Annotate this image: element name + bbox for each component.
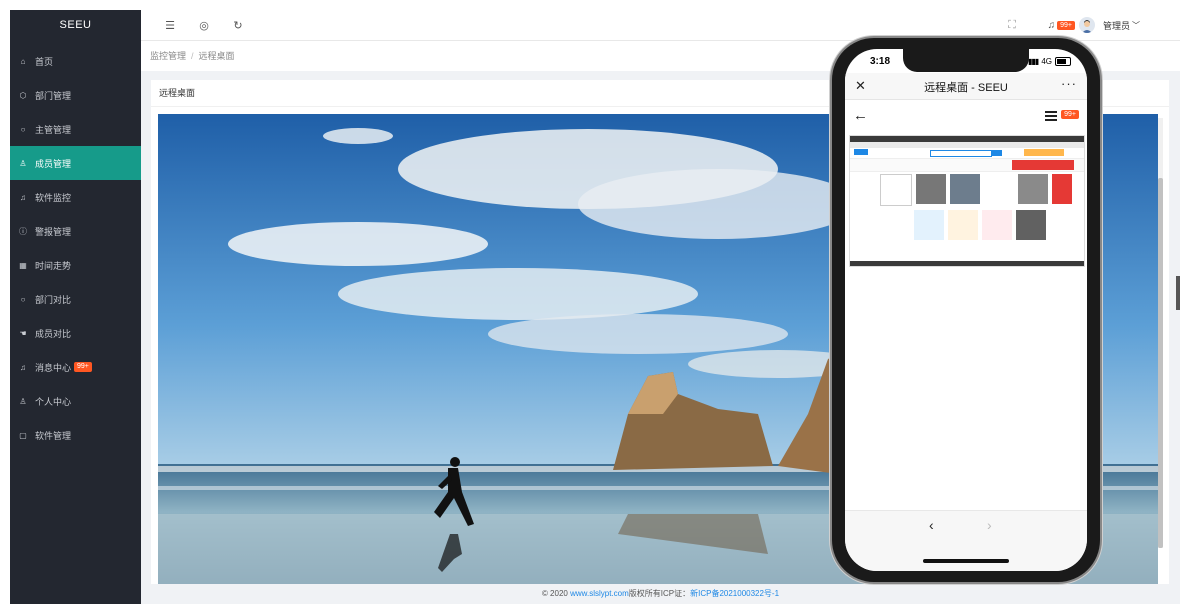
remote-screen-thumbnail[interactable]	[849, 135, 1085, 267]
chevron-down-icon[interactable]: ﹀	[1132, 20, 1140, 31]
sidebar-item[interactable]: ♫ 软件监控	[10, 180, 141, 214]
person-icon: ♙	[19, 396, 27, 406]
home-indicator	[923, 559, 1009, 563]
refresh-icon[interactable]: ↻	[231, 18, 245, 32]
sidebar-item[interactable]: ▦ 时间走势	[10, 248, 141, 282]
phone-badge: 99+	[1061, 110, 1079, 119]
sidebar-badge: 99+	[74, 362, 92, 372]
sidebar-item-label: 软件监控	[35, 192, 72, 203]
phone-page-title: 远程桌面 - SEEU	[924, 82, 1008, 94]
sidebar-item-label: 部门对比	[35, 294, 72, 305]
network-label: 4G	[1041, 57, 1052, 66]
sidebar-item[interactable]: ♫ 消息中心 99+	[10, 350, 141, 384]
sidebar-menu: ⌂ 首页 ⬡ 部门管理 ○ 主管管理 ♙ 成员管理 ♫ 软件监控 ⓘ 警报管理 ▦ 时间走势 ○ 部门对比 ☚ 成…	[10, 44, 141, 452]
sidebar-item[interactable]: ○ 部门对比	[10, 282, 141, 316]
top-header: ☰ ◎ ↻ ⛶ ♫ 99+ 管理员 ﹀	[141, 10, 1180, 41]
phone-time: 3:18	[870, 56, 891, 67]
sidebar: SEEU ⌂ 首页 ⬡ 部门管理 ○ 主管管理 ♙ 成员管理 ♫ 软件监控 ⓘ 警报管理 ▦ 时间走势 ○ 部…	[10, 10, 141, 604]
sidebar-item-label: 成员管理	[35, 158, 72, 169]
sidebar-item-label: 成员对比	[35, 328, 72, 339]
battery-icon	[1055, 57, 1071, 66]
sidebar-item-label: 个人中心	[35, 396, 72, 407]
grid-icon: ▦	[19, 260, 27, 270]
breadcrumb-separator: /	[191, 51, 194, 61]
phone-status: ▮▮▮ 4G	[1028, 57, 1071, 66]
header-user-area: ♫ 99+ 管理员 ﹀	[1048, 16, 1140, 34]
bell-icon: ♫	[20, 192, 26, 202]
sidebar-item-label: 主管管理	[35, 124, 72, 135]
fullscreen-icon[interactable]: ⛶	[1005, 18, 1019, 32]
sidebar-item[interactable]: ⬡ 部门管理	[10, 78, 141, 112]
vertical-scrollbar[interactable]	[1158, 118, 1163, 548]
more-icon[interactable]: ···	[1061, 76, 1077, 91]
sidebar-item-label: 警报管理	[35, 226, 72, 237]
sidebar-item[interactable]: ♙ 个人中心	[10, 384, 141, 418]
footer-text: 版权所有ICP证：	[628, 589, 691, 598]
globe-icon[interactable]: ◎	[197, 18, 211, 32]
cube-icon: ⬡	[19, 90, 27, 100]
home-icon: ⌂	[20, 56, 26, 66]
hand-icon: ☚	[19, 328, 27, 338]
signal-icon: ▮▮▮	[1028, 57, 1039, 66]
breadcrumb-parent[interactable]: 监控管理	[150, 51, 186, 61]
collapse-menu-icon[interactable]: ☰	[163, 18, 177, 32]
sidebar-item-label: 首页	[35, 56, 54, 67]
sidebar-item-label: 时间走势	[35, 260, 72, 271]
info-icon: ⓘ	[19, 226, 27, 236]
phone-title-bar: ✕ 远程桌面 - SEEU ···	[845, 73, 1087, 100]
footer: © 2020 www.slslypt.com版权所有ICP证：新ICP备2021…	[141, 584, 1180, 604]
page-scroll-handle[interactable]	[1176, 276, 1180, 310]
circle-icon: ○	[20, 124, 26, 134]
back-arrow-icon[interactable]: ←	[853, 107, 868, 124]
nav-back-icon[interactable]: ‹	[929, 517, 934, 533]
circle-icon: ○	[20, 294, 26, 304]
footer-copyright: © 2020	[541, 589, 571, 598]
breadcrumb-current: 远程桌面	[198, 51, 235, 61]
sidebar-item[interactable]: ♙ 成员管理	[10, 146, 141, 180]
phone-mockup: 3:18 ▮▮▮ 4G ✕ 远程桌面 - SEEU ··· ← 99+ ‹ ›	[832, 38, 1100, 582]
file-icon: ▢	[19, 430, 27, 440]
footer-icp-link[interactable]: 新ICP备2021000322号-1	[690, 589, 779, 598]
sidebar-item-label: 消息中心	[35, 362, 72, 373]
phone-screen: 3:18 ▮▮▮ 4G ✕ 远程桌面 - SEEU ··· ← 99+ ‹ ›	[845, 49, 1087, 571]
notification-badge: 99+	[1057, 20, 1075, 30]
sidebar-item[interactable]: ⌂ 首页	[10, 44, 141, 78]
phone-notch	[903, 49, 1029, 72]
footer-site-link[interactable]: www.slslypt.com	[570, 589, 629, 598]
avatar[interactable]	[1078, 17, 1095, 33]
bell-icon: ♫	[20, 362, 26, 372]
username[interactable]: 管理员	[1103, 19, 1130, 32]
sidebar-item-label: 软件管理	[35, 430, 72, 441]
sidebar-item-label: 部门管理	[35, 90, 72, 101]
scrollbar-thumb[interactable]	[1158, 178, 1163, 548]
sidebar-item[interactable]: ☚ 成员对比	[10, 316, 141, 350]
hamburger-menu-icon[interactable]	[1045, 111, 1057, 121]
notification-bell-icon[interactable]: ♫	[1048, 20, 1056, 31]
logo: SEEU	[59, 19, 92, 31]
user-icon: ♙	[19, 158, 27, 168]
sidebar-item[interactable]: ○ 主管管理	[10, 112, 141, 146]
phone-bottom-nav: ‹ ›	[845, 510, 1087, 571]
nav-forward-icon[interactable]: ›	[987, 517, 992, 533]
sidebar-item[interactable]: ▢ 软件管理	[10, 418, 141, 452]
sidebar-item[interactable]: ⓘ 警报管理	[10, 214, 141, 248]
